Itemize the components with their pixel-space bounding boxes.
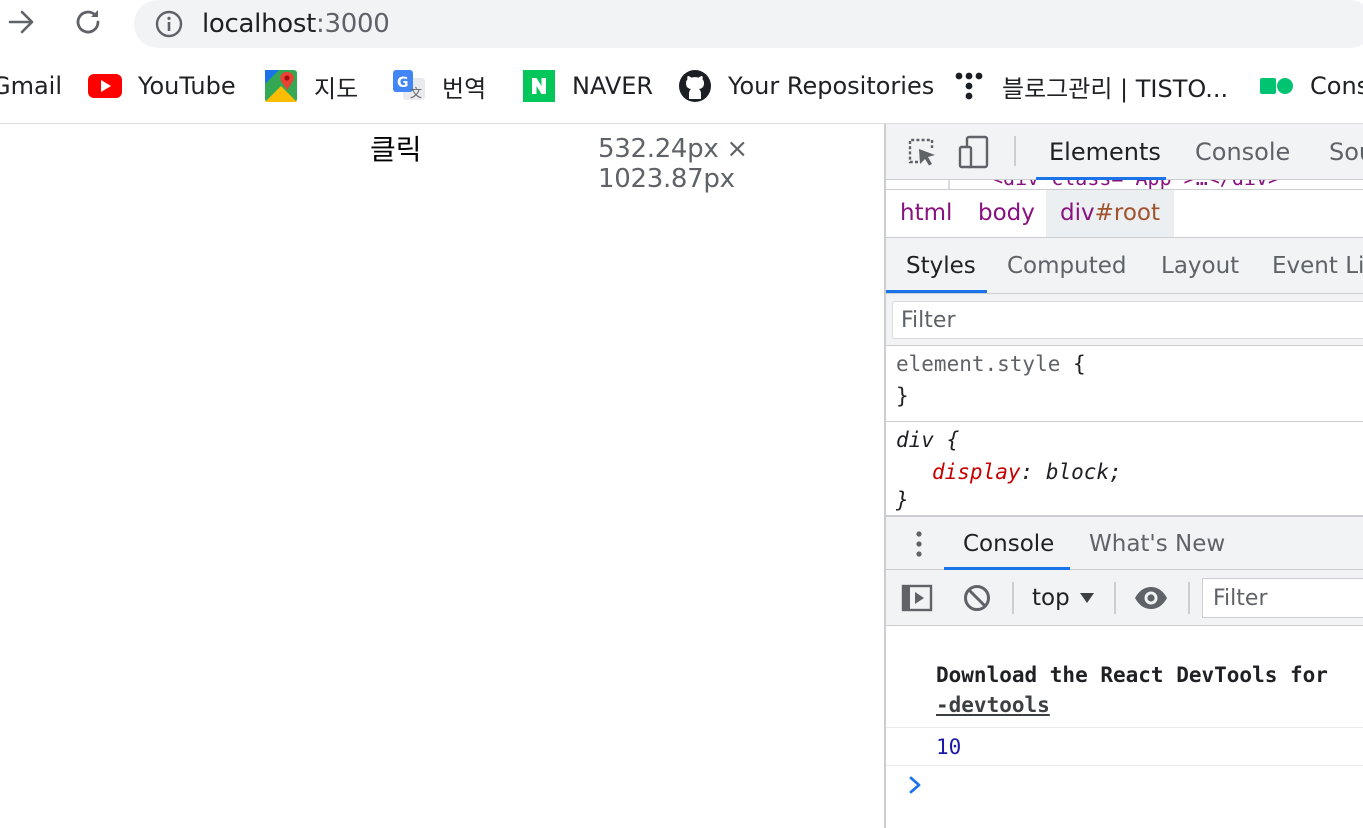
- breadcrumb-id: #root: [1094, 200, 1160, 226]
- context-select-value: top: [1032, 585, 1070, 611]
- rule-selector: element.style: [896, 352, 1061, 376]
- console-sidebar-icon[interactable]: [900, 581, 934, 615]
- toolbar-separator: [1188, 582, 1190, 614]
- url-text: localhost:3000: [202, 9, 390, 39]
- toolbar-separator: [1114, 582, 1116, 614]
- bookmark-naver[interactable]: NAVER: [522, 66, 653, 106]
- style-rule-element[interactable]: element.style { }: [886, 346, 1363, 422]
- css-property: display: [932, 460, 1021, 484]
- bookmark-label: 블로그관리 | TISTO...: [1002, 74, 1229, 103]
- page-content: 클릭 532.24px × 1023.87px: [0, 124, 884, 828]
- devtools-panel: Elements Console Sou <div class="App">…<…: [884, 124, 1363, 828]
- css-value: block: [1045, 460, 1110, 484]
- arrow-right-icon: [8, 10, 34, 34]
- bookmark-label: 지도: [314, 74, 359, 103]
- styles-tab-bar: Styles Computed Layout Event Lis: [886, 238, 1363, 294]
- breadcrumb-body[interactable]: body: [964, 190, 1049, 237]
- clear-console-icon[interactable]: [960, 581, 994, 615]
- github-icon: [678, 69, 712, 103]
- tab-separator: [1014, 136, 1016, 166]
- bookmark-label: Your Repositories: [728, 72, 935, 100]
- tab-event-listeners[interactable]: Event Lis: [1272, 253, 1363, 279]
- bookmark-maps[interactable]: 지도: [264, 66, 358, 106]
- bookmark-label: Gmail: [0, 72, 63, 100]
- devtools-tab-bar: Elements Console Sou: [886, 124, 1363, 180]
- device-toolbar-icon[interactable]: [956, 134, 992, 170]
- bookmark-youtube[interactable]: YouTube: [88, 66, 236, 106]
- url-host: localhost: [202, 9, 317, 39]
- breadcrumb-tag: div: [1060, 200, 1095, 226]
- rule-selector-line: div {: [896, 428, 960, 452]
- styles-filter-bar: [886, 294, 1363, 346]
- element-dimension-tooltip: 532.24px × 1023.87px: [598, 134, 748, 194]
- tab-elements[interactable]: Elements: [1049, 138, 1161, 166]
- rule-close-brace: }: [896, 488, 909, 512]
- bookmark-translate[interactable]: G 文 번역: [392, 66, 486, 106]
- tab-layout[interactable]: Layout: [1161, 253, 1239, 279]
- console-message-text: Download the React DevTools for: [936, 663, 1328, 687]
- bookmark-gmail[interactable]: Gmail: [0, 66, 62, 106]
- dom-tree-node[interactable]: <div class="App">…</div>: [991, 180, 1280, 189]
- console-number-value: 10: [936, 735, 962, 759]
- rule-selector-line: element.style {: [896, 352, 1086, 376]
- console-toolbar: top: [886, 570, 1363, 626]
- bookmark-label: 번역: [442, 74, 487, 103]
- translate-icon: G 文: [392, 69, 426, 103]
- rule-declaration[interactable]: display: block;: [932, 460, 1122, 484]
- reload-icon: [76, 10, 100, 34]
- url-port: :3000: [316, 9, 390, 39]
- console-message-number: 10: [886, 728, 1363, 766]
- dropdown-caret-icon: [1079, 593, 1094, 603]
- svg-text:文: 文: [410, 85, 422, 100]
- breadcrumb: html body div#root: [886, 190, 1363, 238]
- breadcrumb-html[interactable]: html: [886, 190, 966, 237]
- address-bar[interactable]: localhost:3000: [134, 0, 1363, 48]
- inspect-element-icon[interactable]: [904, 134, 940, 170]
- cons-icon: [1260, 69, 1294, 103]
- console-filter-input[interactable]: [1203, 579, 1363, 617]
- dom-tree-gutter: [948, 180, 950, 189]
- forward-button[interactable]: [2, 2, 42, 42]
- bookmark-label: Cons: [1310, 72, 1363, 100]
- naver-icon: [522, 69, 556, 103]
- maps-icon: [264, 69, 298, 103]
- reload-button[interactable]: [68, 2, 108, 42]
- toolbar-separator: [1012, 582, 1014, 614]
- rule-close-brace: }: [896, 384, 909, 408]
- style-rule-div[interactable]: div { display: block; }: [886, 422, 1363, 516]
- bookmark-tistory[interactable]: 블로그관리 | TISTO...: [952, 66, 1228, 106]
- console-prompt-icon[interactable]: [902, 772, 928, 798]
- click-button-text[interactable]: 클릭: [370, 128, 422, 168]
- breadcrumb-div-root[interactable]: div#root: [1046, 190, 1174, 237]
- bookmark-label: YouTube: [138, 72, 236, 100]
- bookmark-cons[interactable]: Cons: [1260, 66, 1363, 106]
- youtube-icon: [88, 69, 122, 103]
- site-info-icon[interactable]: [154, 9, 184, 39]
- bookmark-github[interactable]: Your Repositories: [678, 66, 934, 106]
- styles-filter-input[interactable]: [893, 302, 1363, 338]
- drawer-tab-whats-new[interactable]: What's New: [1089, 531, 1225, 557]
- bookmark-label: NAVER: [572, 72, 654, 100]
- console-message-link[interactable]: -devtools: [936, 693, 1050, 717]
- bookmarks-bar: Gmail YouTube 지도 G 文 번역 NAVER Your Repos…: [0, 52, 1363, 122]
- tab-computed[interactable]: Computed: [1007, 253, 1126, 279]
- drawer-tab-bar: Console What's New: [886, 516, 1363, 570]
- tab-styles[interactable]: Styles: [906, 253, 976, 279]
- console-output: Download the React DevTools for -devtool…: [886, 626, 1363, 828]
- active-subtab-indicator: [886, 290, 987, 293]
- dom-tree[interactable]: <div class="App">…</div>: [886, 180, 1363, 190]
- tab-console[interactable]: Console: [1195, 138, 1290, 166]
- more-options-icon[interactable]: [904, 529, 934, 559]
- eye-icon[interactable]: [1134, 581, 1168, 615]
- javascript-context-select[interactable]: top: [1032, 580, 1094, 616]
- tab-sources[interactable]: Sou: [1329, 138, 1363, 166]
- svg-text:G: G: [397, 75, 409, 91]
- console-filter-box: [1202, 578, 1363, 618]
- styles-filter-box: [892, 301, 1363, 339]
- browser-toolbar: localhost:3000: [0, 0, 1363, 52]
- drawer-tab-console[interactable]: Console: [963, 531, 1054, 557]
- console-message-react-devtools: Download the React DevTools for -devtool…: [886, 658, 1363, 728]
- tistory-icon: [952, 69, 986, 103]
- rule-selector: div: [896, 428, 934, 452]
